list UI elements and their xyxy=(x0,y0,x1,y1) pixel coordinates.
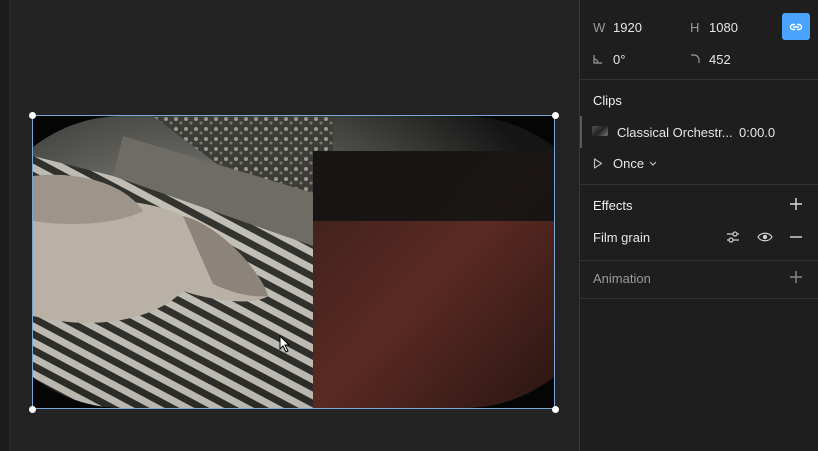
divider xyxy=(580,260,818,261)
playback-mode-value: Once xyxy=(613,156,645,171)
rotation-icon xyxy=(593,55,602,64)
height-field[interactable]: 1080 xyxy=(709,20,738,35)
rotation-field[interactable]: 0° xyxy=(613,52,625,67)
mouse-cursor-icon xyxy=(279,335,291,353)
left-toolbar-strip xyxy=(0,0,10,451)
toggle-effect-visibility-button[interactable] xyxy=(756,229,774,245)
divider xyxy=(580,79,818,80)
animation-section-title: Animation xyxy=(593,271,651,286)
clip-thumbnail xyxy=(592,126,608,136)
resize-handle-bottom-right[interactable] xyxy=(552,406,559,413)
sliders-icon xyxy=(727,231,739,243)
playback-mode-dropdown[interactable]: Once xyxy=(593,155,673,173)
link-icon xyxy=(789,23,803,30)
resize-handle-bottom-left[interactable] xyxy=(29,406,36,413)
resize-handle-top-left[interactable] xyxy=(29,112,36,119)
effect-name: Film grain xyxy=(593,230,651,245)
remove-effect-button[interactable] xyxy=(788,229,804,245)
clip-item[interactable]: Classical Orchestr... 0:00.0 xyxy=(580,116,818,148)
eye-icon xyxy=(757,232,773,242)
resize-handle-top-right[interactable] xyxy=(552,112,559,119)
video-layer[interactable] xyxy=(33,116,554,408)
effects-section-title: Effects xyxy=(593,198,633,213)
clips-section-title: Clips xyxy=(593,93,622,108)
corner-radius-icon xyxy=(691,54,700,63)
play-icon xyxy=(593,158,603,169)
plus-icon xyxy=(790,198,802,210)
plus-icon xyxy=(790,271,802,283)
chevron-down-icon xyxy=(649,161,657,166)
add-effect-button[interactable] xyxy=(788,196,804,212)
width-field[interactable]: 1920 xyxy=(613,20,642,35)
minus-icon xyxy=(790,236,802,238)
width-label: W xyxy=(593,20,606,35)
video-frame-image xyxy=(33,116,554,408)
clip-name: Classical Orchestr... xyxy=(617,125,733,140)
add-animation-button[interactable] xyxy=(788,269,804,285)
divider xyxy=(580,298,818,299)
properties-panel: W 1920 H 1080 0° 452 Clips Classical Orc… xyxy=(579,0,818,451)
lock-aspect-ratio-button[interactable] xyxy=(782,13,810,40)
height-label: H xyxy=(690,20,700,35)
divider xyxy=(580,184,818,185)
corner-radius-field[interactable]: 452 xyxy=(709,52,731,67)
clip-time: 0:00.0 xyxy=(739,125,776,140)
effect-settings-button[interactable] xyxy=(725,229,741,245)
